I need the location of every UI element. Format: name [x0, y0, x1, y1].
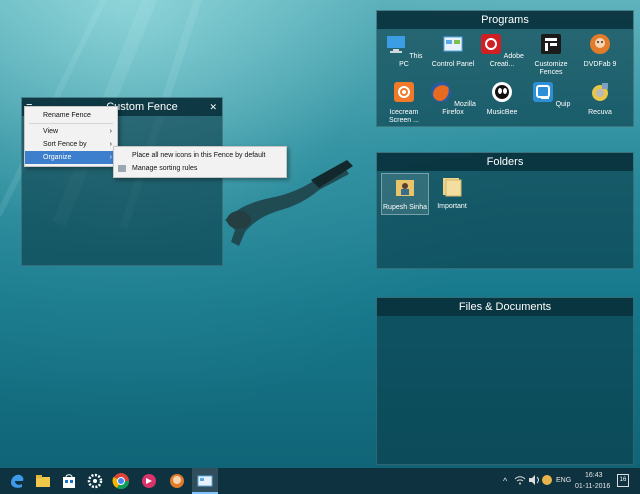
- customize-fences-shortcut[interactable]: Customize Fences: [528, 33, 574, 77]
- menu-item-manage-sorting-rules[interactable]: Manage sorting rules: [114, 162, 286, 175]
- menu-item-label: Organize: [43, 154, 72, 161]
- chevron-right-icon: ›: [109, 141, 112, 148]
- active-app-highlight[interactable]: [192, 468, 218, 494]
- icon-label: Mozilla Firefox: [442, 101, 476, 116]
- network-icon[interactable]: [514, 474, 526, 486]
- tray-app-icon[interactable]: [541, 474, 553, 486]
- programs-fence: Programs This PC Control Panel Adobe Cre…: [376, 10, 634, 127]
- this-pc-shortcut[interactable]: This PC: [381, 33, 427, 69]
- firefox-icon: [431, 82, 452, 102]
- menu-item-organize[interactable]: Organize ›: [25, 151, 117, 164]
- quip-icon: [532, 82, 553, 102]
- file-explorer-icon[interactable]: [34, 472, 52, 490]
- icon-label: Icecream Screen ...: [389, 109, 419, 124]
- close-icon[interactable]: ✕: [209, 98, 217, 116]
- files-documents-fence: Files & Documents: [376, 297, 634, 465]
- icon-label: Quip: [555, 101, 571, 108]
- menu-item-label: Place all new icons in this Fence by def…: [132, 152, 266, 159]
- menu-item-label: View: [43, 128, 59, 135]
- dvdfab-shortcut[interactable]: DVDFab 9: [577, 33, 623, 69]
- rupesh-sinha-folder[interactable]: Rupesh Sinha: [381, 173, 429, 215]
- dvdfab-taskbar-icon[interactable]: [168, 472, 186, 490]
- chevron-right-icon: ›: [109, 154, 112, 161]
- organize-submenu: Place all new icons in this Fence by def…: [113, 146, 287, 178]
- menu-item-label: Manage sorting rules: [132, 165, 198, 172]
- edge-icon[interactable]: [8, 472, 26, 490]
- fences-icon: [541, 34, 561, 54]
- control-panel-icon: [443, 36, 463, 52]
- folder-icon: [443, 178, 462, 197]
- firefox-shortcut[interactable]: Mozilla Firefox: [430, 81, 476, 117]
- icecream-icon: [394, 82, 414, 102]
- icon-label: MusicBee: [486, 109, 518, 116]
- icon-label: Important: [437, 203, 467, 210]
- programs-fence-title[interactable]: Programs: [377, 11, 633, 29]
- user-folder-icon: [396, 180, 414, 196]
- icecream-shortcut[interactable]: Icecream Screen ...: [381, 81, 427, 125]
- dvdfab-icon: [590, 34, 610, 54]
- icon-label: This PC: [399, 53, 423, 68]
- chrome-icon[interactable]: [112, 472, 130, 490]
- menu-item-label: Rename Fence: [43, 112, 91, 119]
- menu-item-place-new-icons[interactable]: Place all new icons in this Fence by def…: [114, 149, 286, 162]
- menu-separator: [29, 123, 113, 124]
- volume-icon[interactable]: [528, 474, 540, 486]
- recuva-shortcut[interactable]: Recuva: [577, 81, 623, 117]
- files-fence-title[interactable]: Files & Documents: [377, 298, 633, 316]
- record-app-icon[interactable]: [140, 472, 158, 490]
- sorting-rules-icon: [118, 165, 126, 172]
- icon-label: Control Panel: [431, 61, 475, 68]
- taskbar: ^ ENG 16:43 01-11-2016 16: [0, 468, 640, 494]
- adobe-cc-shortcut[interactable]: Adobe Creati...: [479, 33, 525, 69]
- icon-label: Customize Fences: [534, 61, 568, 76]
- menu-item-view[interactable]: View ›: [25, 125, 117, 138]
- adobe-cc-icon: [481, 34, 502, 54]
- quip-shortcut[interactable]: Quip: [528, 81, 574, 109]
- clock-time[interactable]: 16:43: [585, 472, 603, 479]
- recuva-icon: [592, 83, 608, 101]
- language-indicator[interactable]: ENG: [556, 477, 571, 484]
- menu-item-label: Sort Fence by: [43, 141, 87, 148]
- icon-label: Adobe Creati...: [489, 53, 524, 68]
- icon-label: Recuva: [588, 109, 612, 116]
- folders-fence: Folders Rupesh Sinha Important: [376, 152, 634, 269]
- this-pc-icon: [387, 36, 406, 53]
- icon-label: Rupesh Sinha: [383, 204, 427, 211]
- context-menu: Rename Fence View › Sort Fence by › Orga…: [24, 106, 118, 167]
- control-panel-shortcut[interactable]: Control Panel: [430, 33, 476, 69]
- important-folder[interactable]: Important: [429, 175, 475, 211]
- icon-label: DVDFab 9: [583, 61, 617, 68]
- control-panel-taskbar-icon: [197, 475, 213, 487]
- chevron-up-icon[interactable]: ^: [503, 476, 507, 486]
- menu-item-sort-fence-by[interactable]: Sort Fence by ›: [25, 138, 117, 151]
- chevron-right-icon: ›: [109, 128, 112, 135]
- notification-count: 16: [619, 477, 627, 483]
- menu-item-rename-fence[interactable]: Rename Fence: [25, 109, 117, 122]
- musicbee-shortcut[interactable]: MusicBee: [479, 81, 525, 117]
- action-center-icon[interactable]: 16: [617, 474, 629, 487]
- settings-icon[interactable]: [86, 472, 104, 490]
- store-icon[interactable]: [60, 472, 78, 490]
- clock-date[interactable]: 01-11-2016: [575, 483, 610, 490]
- folders-fence-title[interactable]: Folders: [377, 153, 633, 171]
- musicbee-icon: [492, 82, 512, 102]
